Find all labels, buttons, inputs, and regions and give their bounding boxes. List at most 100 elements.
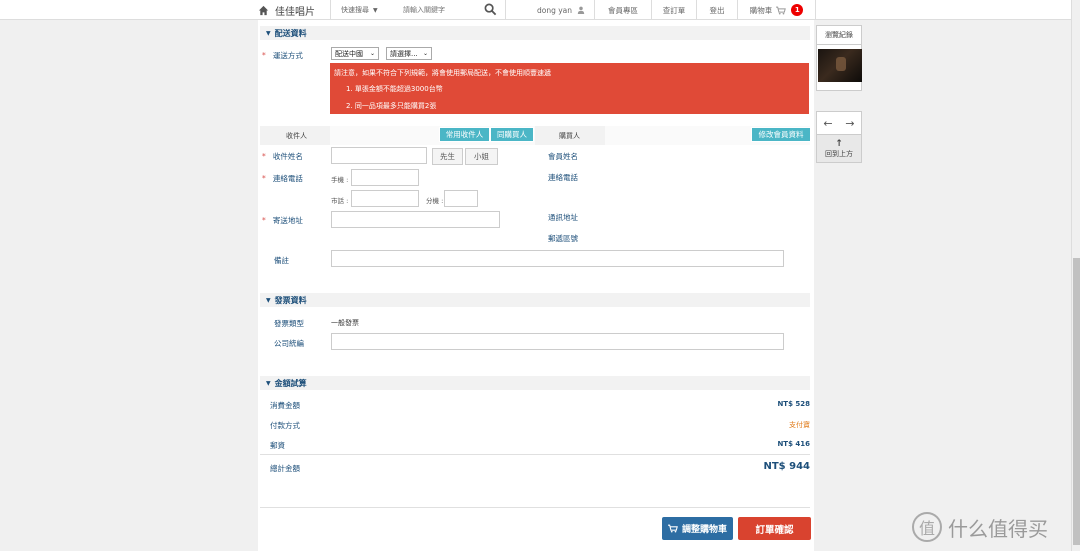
search-icon[interactable] (484, 3, 497, 16)
required-mark: * (262, 51, 266, 60)
recipient-address-label: * 寄送地址 (262, 215, 303, 226)
order-lookup-label: 查訂單 (662, 5, 686, 15)
cart-count-badge: 1 (791, 4, 804, 16)
home-icon (258, 5, 269, 16)
album-cover-image (818, 49, 862, 82)
arrow-left-icon[interactable]: ← (823, 117, 832, 130)
total-amount-label: 總計金額 (270, 464, 300, 473)
arrow-right-icon[interactable]: → (845, 117, 854, 130)
shipping-method-select[interactable]: 配送中國 ⌄ (331, 47, 379, 60)
tax-id-field[interactable] (331, 333, 784, 350)
shipping-section-header[interactable]: ▼ 配送資料 (260, 26, 810, 40)
notice-line-2: 1. 單張金額不能超過3000台幣 (346, 85, 443, 93)
browse-history-title: 瀏覽紀錄 (816, 25, 862, 45)
caret-down-icon: ▼ (266, 29, 271, 37)
caret-down-icon: ▼ (266, 296, 271, 304)
logout-link[interactable]: 登出 (697, 0, 738, 20)
required-mark: * (262, 216, 266, 225)
shipping-notice-alert: 請注意，如果不符合下列規範，將會使用郵局配送，不會使用順豐速遞 1. 單張金額不… (330, 63, 809, 114)
back-to-top-label: 回到上方 (825, 149, 853, 158)
required-mark: * (262, 174, 266, 183)
cart-icon (776, 6, 787, 14)
history-thumbnail[interactable] (816, 45, 862, 91)
shipping-method-text: 運送方式 (272, 51, 303, 60)
payment-method-value: 支付寶 (789, 421, 810, 429)
search-input[interactable] (403, 6, 483, 14)
recipient-phone-label: * 連絡電話 (262, 173, 303, 184)
history-nav: ← → (816, 111, 862, 135)
user-menu[interactable]: dong yan (528, 0, 595, 20)
adjust-cart-button[interactable]: 調整購物車 (662, 517, 733, 540)
home-link[interactable]: 佳佳唱片 (258, 3, 315, 18)
order-lookup-link[interactable]: 查訂單 (652, 0, 697, 20)
adjust-cart-label: 調整購物車 (681, 525, 727, 535)
recipient-header: 收件人 (286, 132, 307, 140)
buyer-header: 購買人 (559, 132, 580, 140)
confirm-order-button[interactable]: 訂單確認 (738, 517, 811, 540)
member-name-label: 會員姓名 (548, 152, 578, 161)
required-mark: * (262, 152, 266, 161)
invoice-section-title: 發票資料 (274, 295, 307, 305)
search-box: 快速搜尋 ▼ (330, 0, 506, 20)
invoice-type-label: 發票類型 (274, 319, 304, 328)
shipping-fee-label: 郵資 (270, 441, 285, 450)
site-name: 佳佳唱片 (275, 7, 315, 18)
amount-section-header[interactable]: ▼ 金額試算 (260, 376, 810, 390)
watermark-logo-icon: 值 (912, 512, 942, 542)
mobile-field[interactable] (351, 169, 419, 186)
notice-line-3: 2. 同一品項最多只能購買2張 (346, 102, 437, 110)
tax-id-label: 公司統編 (274, 339, 304, 348)
buyer-address-label: 通訊地址 (548, 213, 578, 222)
recipient-address-text: 寄送地址 (272, 216, 303, 225)
edit-member-button[interactable]: 修改會員資料 (751, 127, 811, 142)
browse-history-panel: 瀏覽紀錄 ← → ↑ 回到上方 (816, 25, 862, 163)
title-ms-button[interactable]: 小姐 (465, 148, 498, 165)
cart-link[interactable]: 購物車 1 (738, 0, 816, 20)
cart-label: 購物車 (749, 5, 773, 15)
recipient-address-field[interactable] (331, 211, 500, 228)
user-icon (577, 6, 585, 14)
recipient-header-cell: 收件人 (260, 126, 330, 145)
invoice-type-value: 一般發票 (331, 319, 359, 327)
scrollbar-thumb[interactable] (1073, 258, 1080, 545)
consume-amount-label: 消費金額 (270, 401, 300, 410)
back-to-top-button[interactable]: ↑ 回到上方 (816, 135, 862, 163)
same-as-buyer-button[interactable]: 同購買人 (490, 127, 534, 142)
buyer-header-cell: 購買人 (535, 126, 605, 145)
user-name: dong yan (536, 5, 573, 15)
landline-field[interactable] (351, 190, 419, 207)
divider (260, 454, 810, 455)
shipping-region-value: 請選擇... (390, 49, 418, 58)
chevron-down-icon: ⌄ (422, 50, 428, 57)
shipping-section-title: 配送資料 (274, 28, 307, 38)
logout-label: 登出 (709, 5, 725, 15)
common-recipient-button[interactable]: 常用收件人 (439, 127, 490, 142)
shipping-method-value: 配送中國 (335, 49, 363, 58)
top-bar: 佳佳唱片 快速搜尋 ▼ dong yan 會員專區 查訂單 登出 購物車 1 (0, 0, 1071, 20)
notice-line-1: 請注意，如果不符合下列規範，將會使用郵局配送，不會使用順豐速遞 (334, 69, 551, 77)
shipping-fee-value: NT$ 416 (777, 440, 810, 448)
divider (260, 507, 810, 508)
chevron-down-icon: ⌄ (369, 50, 375, 57)
invoice-section-header[interactable]: ▼ 發票資料 (260, 293, 810, 307)
title-mr-button[interactable]: 先生 (432, 148, 463, 165)
arrow-up-icon: ↑ (835, 138, 843, 149)
consume-amount-value: NT$ 528 (777, 400, 810, 408)
note-field[interactable] (331, 250, 784, 267)
caret-down-icon: ▼ (373, 6, 378, 14)
landline-label: 市話 : (331, 197, 349, 205)
buyer-zip-label: 郵遞區號 (548, 234, 578, 243)
search-type-select[interactable]: 快速搜尋 ▼ (341, 5, 391, 15)
extension-field[interactable] (444, 190, 478, 207)
recipient-name-text: 收件姓名 (272, 152, 303, 161)
member-zone-link[interactable]: 會員專區 (595, 0, 652, 20)
extension-label: 分機 : (426, 197, 444, 205)
member-zone-label: 會員專區 (608, 5, 638, 15)
recipient-name-field[interactable] (331, 147, 427, 164)
mobile-label: 手機 : (331, 176, 349, 184)
page-scrollbar[interactable] (1071, 0, 1080, 551)
cart-icon (667, 524, 678, 533)
amount-section-title: 金額試算 (274, 378, 307, 388)
shipping-region-select[interactable]: 請選擇... ⌄ (386, 47, 432, 60)
watermark: 值 什么值得买 (912, 512, 1048, 542)
